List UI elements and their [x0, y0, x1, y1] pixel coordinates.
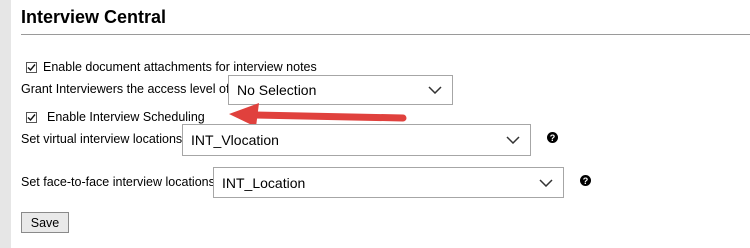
chevron-down-icon: [539, 178, 553, 187]
virtual-locations-row: Set virtual interview locations: [21, 132, 182, 146]
access-level-row: Grant Interviewers the access level of: [21, 82, 229, 96]
scheduling-checkbox[interactable]: [26, 111, 37, 123]
help-icon[interactable]: ?: [580, 175, 591, 186]
attachments-checkbox[interactable]: [26, 61, 37, 73]
save-button[interactable]: Save: [21, 212, 69, 233]
checkbox-checked-icon: [27, 63, 36, 71]
scheduling-option[interactable]: Enable Interview Scheduling: [26, 110, 205, 124]
face-locations-label: Set face-to-face interview locations: [21, 175, 215, 189]
attachments-label: Enable document attachments for intervie…: [43, 60, 317, 74]
face-locations-row: Set face-to-face interview locations: [21, 175, 215, 189]
virtual-locations-label: Set virtual interview locations: [21, 132, 183, 146]
virtual-locations-value: INT_Vlocation: [191, 132, 279, 148]
left-sidebar-strip: [0, 0, 11, 248]
title-divider: [21, 34, 750, 35]
face-locations-select[interactable]: INT_Location: [213, 167, 564, 198]
attachments-option[interactable]: Enable document attachments for intervie…: [26, 60, 317, 74]
checkbox-checked-icon: [27, 113, 36, 121]
face-locations-value: INT_Location: [222, 174, 306, 191]
access-level-label: Grant Interviewers the access level of: [21, 82, 230, 96]
chevron-down-icon: [506, 136, 520, 144]
scheduling-label: Enable Interview Scheduling: [47, 110, 205, 124]
virtual-locations-select[interactable]: INT_Vlocation: [182, 124, 531, 156]
chevron-down-icon: [428, 86, 442, 94]
page-title: Interview Central: [21, 7, 167, 27]
access-level-value: No Selection: [237, 82, 317, 98]
help-icon[interactable]: ?: [547, 132, 558, 143]
